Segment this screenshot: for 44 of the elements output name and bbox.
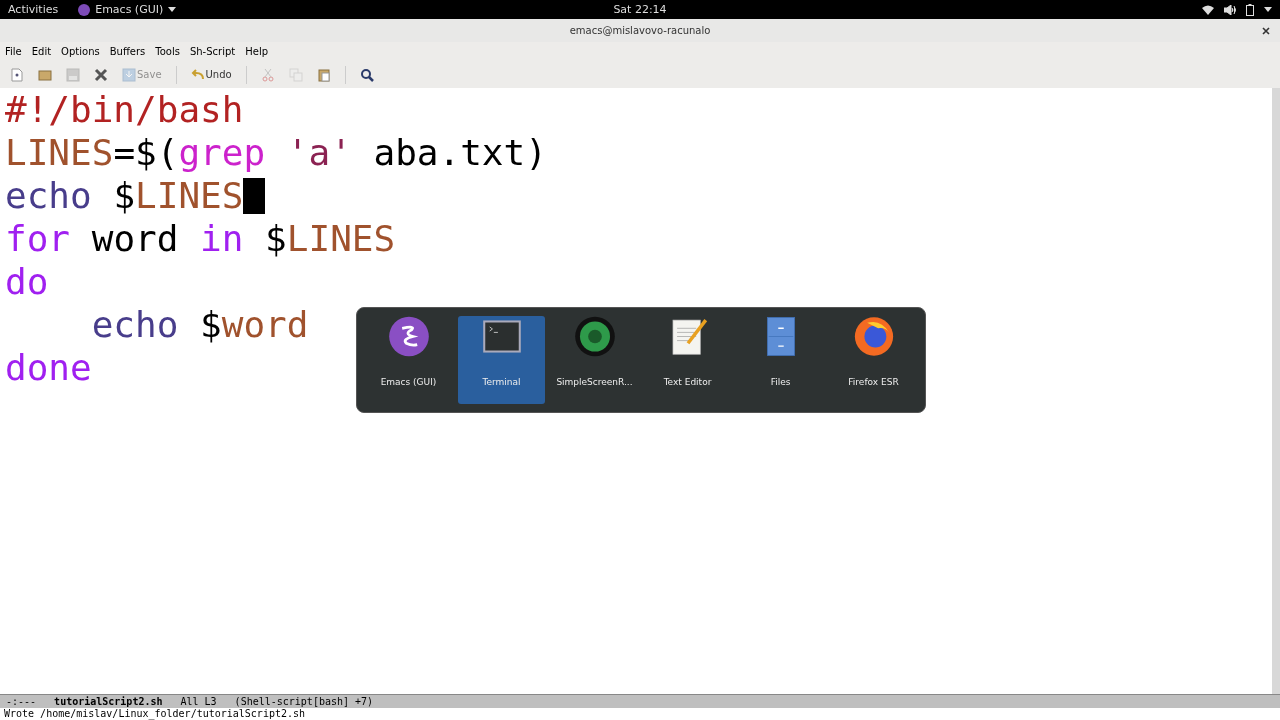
caret-icon[interactable] bbox=[1264, 7, 1272, 12]
close-icon[interactable] bbox=[1262, 26, 1270, 35]
clipboard-icon bbox=[316, 67, 331, 82]
emacs-icon bbox=[78, 3, 91, 16]
app-switcher-item[interactable]: SimpleScreenR... bbox=[551, 316, 638, 404]
menu-item[interactable]: Buffers bbox=[109, 46, 146, 57]
code-line: for word in $LINES bbox=[5, 217, 396, 260]
toolbar-button[interactable] bbox=[94, 67, 108, 82]
menu-item[interactable]: Help bbox=[245, 46, 269, 57]
code-line: do bbox=[5, 260, 49, 303]
search-icon bbox=[359, 67, 374, 82]
code-line: echo $word bbox=[90, 303, 309, 346]
save-icon bbox=[122, 67, 136, 82]
close-icon bbox=[94, 67, 108, 82]
app-switcher-item[interactable]: Emacs (GUI) bbox=[365, 316, 452, 404]
folder-icon bbox=[38, 67, 52, 82]
wifi-icon[interactable] bbox=[1202, 4, 1214, 15]
clock[interactable]: Sat 22:14 bbox=[613, 3, 667, 16]
toolbar-button[interactable]: Undo bbox=[190, 67, 232, 82]
new-file-icon bbox=[10, 67, 24, 82]
code-line: LINES=$(grep 'a' aba.txt) bbox=[5, 131, 547, 174]
scrollbar[interactable] bbox=[1272, 88, 1280, 694]
app-switcher-item[interactable]: Files bbox=[737, 316, 824, 404]
code-line: #!/bin/bash bbox=[5, 88, 244, 131]
battery-icon[interactable] bbox=[1246, 3, 1254, 16]
menu-item[interactable]: Sh-Script bbox=[189, 46, 236, 57]
menu-item[interactable]: Edit bbox=[31, 46, 52, 57]
undo-arrow-icon bbox=[190, 67, 205, 82]
volume-icon[interactable] bbox=[1224, 4, 1236, 15]
menu-item[interactable]: Options bbox=[61, 46, 100, 57]
app-switcher-item[interactable]: Text Editor bbox=[644, 316, 731, 404]
code-line: echo $LINES bbox=[5, 174, 266, 217]
code-line: done bbox=[5, 346, 92, 389]
caret-icon bbox=[168, 7, 177, 12]
menu-item[interactable]: Tools bbox=[155, 46, 180, 57]
echo-area: Wrote /home/mislav/Linux_folder/tutorialScript2.sh bbox=[0, 708, 1280, 720]
window-title: emacs@mislavovo-racunalo bbox=[569, 25, 711, 36]
menu-item[interactable]: File bbox=[5, 46, 22, 57]
activities-button[interactable]: Activities bbox=[8, 3, 59, 16]
toolbar-button[interactable] bbox=[359, 67, 374, 82]
app-switcher-item[interactable]: Terminal bbox=[458, 316, 545, 404]
app-switcher-item[interactable]: Firefox ESR bbox=[830, 316, 917, 404]
scissors-icon bbox=[260, 67, 275, 82]
app-menu[interactable]: Emacs (GUI) bbox=[78, 3, 177, 16]
